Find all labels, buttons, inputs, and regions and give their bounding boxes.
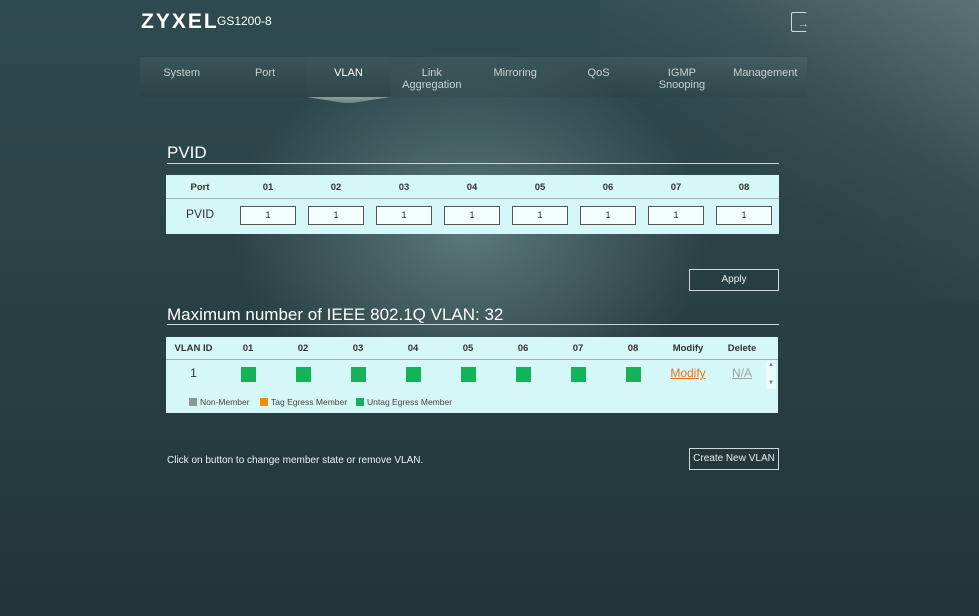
member-toggle-05[interactable] [461, 367, 476, 382]
port-col-05: 05 [534, 182, 546, 193]
scroll-up-icon[interactable]: ▲ [766, 361, 776, 369]
main-nav: System Port VLAN Link Aggregation Mirror… [140, 57, 807, 97]
pvid-input-04[interactable]: 1 [444, 206, 500, 225]
pvid-title: PVID [167, 143, 207, 162]
modify-link[interactable]: Modify [666, 366, 710, 380]
legend-non-member: Non-Member [189, 397, 250, 407]
model-name: GS1200-8 [217, 14, 272, 28]
member-toggle-07[interactable] [571, 367, 586, 382]
untag-egress-swatch [356, 398, 364, 406]
member-toggle-01[interactable] [241, 367, 256, 382]
vlan-col-03: 03 [352, 343, 364, 354]
logout-icon[interactable]: → [791, 12, 809, 32]
member-toggle-02[interactable] [296, 367, 311, 382]
vertical-scrollbar[interactable]: ▲ ▼ [766, 361, 776, 389]
modify-header: Modify [672, 343, 704, 354]
pvid-input-02[interactable]: 1 [308, 206, 364, 225]
vlan-col-08: 08 [627, 343, 639, 354]
vlan-id-header: VLAN ID [174, 343, 213, 354]
vlan-title: Maximum number of IEEE 802.1Q VLAN: 32 [167, 305, 504, 324]
port-col-04: 04 [466, 182, 478, 193]
pvid-divider [166, 198, 779, 199]
member-toggle-08[interactable] [626, 367, 641, 382]
legend-untag-egress: Untag Egress Member [356, 397, 452, 407]
apply-button[interactable]: Apply [689, 269, 779, 291]
pvid-input-08[interactable]: 1 [716, 206, 772, 225]
tab-vlan[interactable]: VLAN [306, 57, 391, 97]
pvid-input-07[interactable]: 1 [648, 206, 704, 225]
pvid-rule [167, 163, 779, 164]
vlan-id-cell: 1 [190, 366, 197, 380]
tab-management[interactable]: Management [724, 57, 807, 97]
delete-header: Delete [727, 343, 757, 354]
pvid-row-label: PVID [185, 207, 214, 221]
tag-egress-swatch [260, 398, 268, 406]
vlan-col-07: 07 [572, 343, 584, 354]
pvid-input-06[interactable]: 1 [580, 206, 636, 225]
vlan-col-06: 06 [517, 343, 529, 354]
pvid-input-01[interactable]: 1 [240, 206, 296, 225]
tab-system[interactable]: System [140, 57, 223, 97]
tab-qos[interactable]: QoS [557, 57, 640, 97]
create-new-vlan-button[interactable]: Create New VLAN [689, 448, 779, 470]
port-col-03: 03 [398, 182, 410, 193]
port-col-08: 08 [738, 182, 750, 193]
member-toggle-03[interactable] [351, 367, 366, 382]
non-member-swatch [189, 398, 197, 406]
port-col-07: 07 [670, 182, 682, 193]
vlan-col-04: 04 [407, 343, 419, 354]
vlan-col-05: 05 [462, 343, 474, 354]
tab-port[interactable]: Port [223, 57, 306, 97]
light-beam-decoration [600, 0, 979, 300]
tab-link-aggregation[interactable]: Link Aggregation [390, 57, 473, 97]
vlan-col-02: 02 [297, 343, 309, 354]
delete-link: N/A [731, 366, 752, 380]
pvid-input-03[interactable]: 1 [376, 206, 432, 225]
vlan-col-01: 01 [242, 343, 254, 354]
hint-text: Click on button to change member state o… [167, 455, 424, 466]
pvid-input-05[interactable]: 1 [512, 206, 568, 225]
tab-mirroring[interactable]: Mirroring [474, 57, 557, 97]
port-col-06: 06 [602, 182, 614, 193]
legend-tag-egress: Tag Egress Member [260, 397, 347, 407]
vlan-table: VLAN ID 01 02 03 04 05 06 07 08 Modify D… [166, 337, 778, 413]
arrow-right-icon: → [798, 18, 809, 30]
member-toggle-06[interactable] [516, 367, 531, 382]
member-toggle-04[interactable] [406, 367, 421, 382]
port-col-01: 01 [262, 182, 274, 193]
vlan-rule [167, 324, 779, 325]
port-col-02: 02 [330, 182, 342, 193]
scroll-down-icon[interactable]: ▼ [766, 379, 776, 387]
pvid-table: Port 01 02 03 04 05 06 07 08 PVID 1 1 1 … [166, 175, 779, 234]
vlan-divider [166, 359, 778, 360]
port-header: Port [190, 182, 210, 193]
brand-logo: ZYXEL [141, 10, 219, 33]
tab-igmp-snooping[interactable]: IGMP Snooping [640, 57, 723, 97]
